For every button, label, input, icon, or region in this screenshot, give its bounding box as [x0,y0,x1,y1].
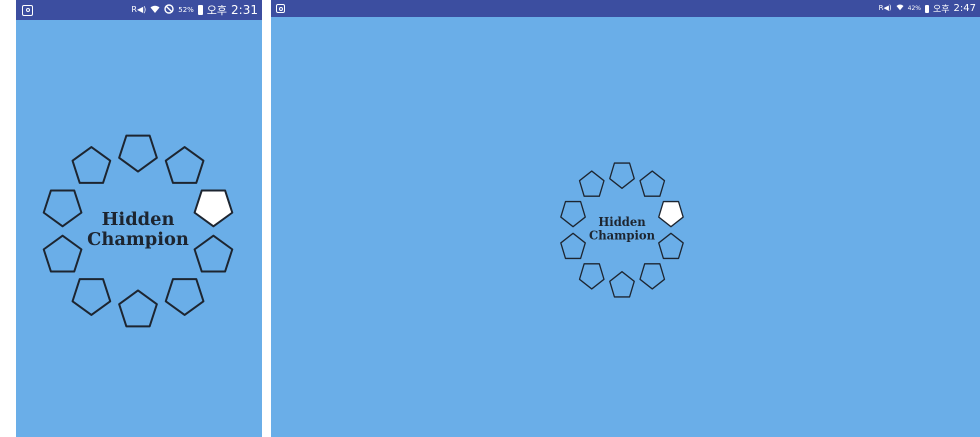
battery-icon [197,5,203,15]
ampm-label: 오후 [932,5,950,15]
clock-time: 2:31 [231,3,258,17]
pentagon [118,134,158,173]
status-bar: R◀) 52% 오후 2:31 [16,0,262,20]
pentagon [609,271,635,298]
app-notification-icon [276,4,285,13]
pentagon [42,234,83,273]
battery-percent: 52% [178,6,194,14]
pentagon [193,234,234,273]
pentagon [578,263,605,290]
hidden-champion-logo: Hidden Champion [548,150,696,310]
pentagon [164,146,205,184]
phone-screen: R◀) 52% 오후 2:31 Hidden Champion [16,0,262,437]
highlighted-pentagon [658,200,684,228]
logo-title-line1: Hidden [102,209,175,230]
logo-title-line2: Champion [589,228,655,243]
pentagon [560,200,586,228]
pentagon [164,278,205,316]
battery-icon [924,4,929,13]
pentagon [639,263,666,290]
pentagon [578,170,605,197]
app-notification-icon [22,4,33,16]
clock-time: 2:47 [953,3,976,14]
pentagon [71,146,112,184]
wifi-icon [150,5,160,16]
ampm-label: 오후 [206,4,228,17]
pentagon [560,232,586,260]
hidden-champion-logo: Hidden Champion [24,117,252,345]
mute-icon: R◀) [131,5,147,14]
pentagon [639,170,666,197]
logo-title-line1: Hidden [598,214,646,229]
battery-percent: 42% [907,5,921,12]
tablet-screen: R◀) 42% 오후 2:47 Hidden Champion [271,0,980,437]
pentagon [42,189,83,228]
pentagon [71,278,112,316]
pentagon [658,232,684,260]
highlighted-pentagon [193,189,234,228]
do-not-disturb-icon [164,4,174,16]
status-bar: R◀) 42% 오후 2:47 [271,0,980,17]
mute-icon: R◀) [878,4,892,12]
pentagon [609,162,635,189]
pentagon [118,289,158,328]
logo-title-line2: Champion [87,229,189,250]
wifi-icon [896,4,904,14]
